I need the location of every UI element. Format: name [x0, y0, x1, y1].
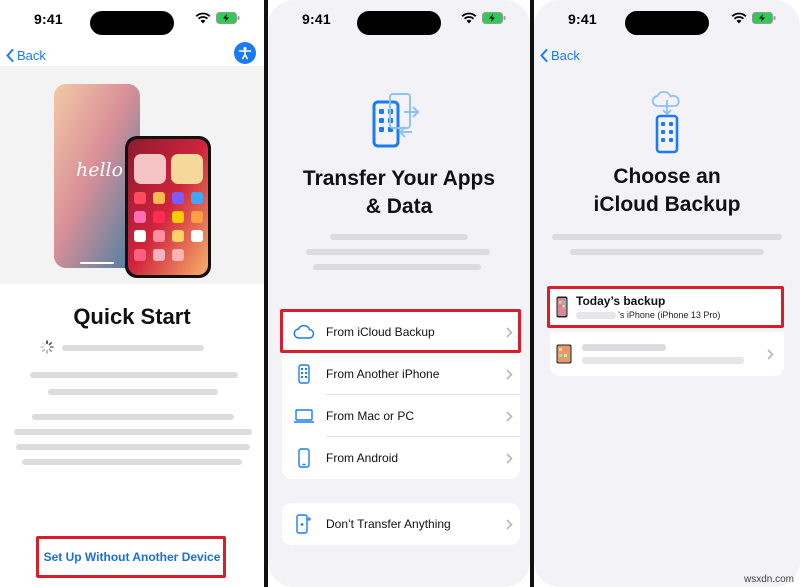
chevron-left-icon [540, 49, 548, 62]
page-title-line2: & Data [365, 195, 433, 218]
page-title-line2: iCloud Backup [593, 193, 741, 216]
placeholder-text-line [306, 249, 490, 255]
laptop-icon [294, 409, 314, 423]
placeholder-text-line [16, 444, 250, 450]
placeholder-text-line [330, 234, 468, 240]
battery-charging-icon [752, 12, 776, 24]
wifi-icon [195, 12, 211, 24]
placeholder-text-line [14, 429, 252, 435]
page-title: Quick Start [73, 304, 191, 329]
option-label: From Mac or PC [326, 409, 415, 423]
option-label: Don’t Transfer Anything [326, 517, 451, 531]
option-from-android[interactable]: From Android [282, 437, 520, 479]
status-bar: 9:41 [534, 8, 800, 35]
chevron-left-icon [6, 49, 14, 62]
placeholder-text-line [62, 345, 204, 351]
placeholder-text-line [30, 372, 238, 378]
wifi-icon [731, 12, 747, 24]
option-from-mac-or-pc[interactable]: From Mac or PC [282, 395, 520, 437]
phone-screen-transfer: 9:41 Transfer Your Apps & Data From iClo… [268, 0, 530, 587]
back-button[interactable]: Back [540, 48, 580, 63]
placeholder-text-line [582, 344, 666, 351]
chevron-right-icon [505, 452, 513, 464]
page-title: Transfer Your Apps & Data [268, 165, 530, 221]
status-time: 9:41 [568, 11, 597, 27]
placeholder-text-line [48, 389, 218, 395]
placeholder-text-line [32, 414, 234, 420]
ipad-thumbnail-icon [556, 344, 572, 364]
placeholder-text-line [570, 249, 764, 255]
iphone-icon [298, 364, 310, 384]
hero-illustration: hello [0, 66, 264, 284]
dynamic-island [357, 11, 441, 35]
dynamic-island [625, 11, 709, 35]
iphone-illustration: hello [54, 84, 211, 278]
highlight-box [280, 309, 521, 353]
highlight-box [547, 286, 784, 328]
accessibility-icon [238, 47, 252, 60]
dynamic-island [90, 11, 174, 35]
accessibility-button[interactable] [234, 42, 256, 64]
back-label: Back [17, 48, 46, 63]
placeholder-text-line [552, 234, 782, 240]
page-title-line1: Choose an [613, 165, 721, 188]
chevron-right-icon [505, 518, 513, 530]
icloud-download-icon [651, 90, 680, 154]
chevron-right-icon [767, 348, 774, 360]
option-dont-transfer-anything[interactable]: Don’t Transfer Anything [282, 503, 520, 545]
phone-screen-quick-start: 9:41 Back hello Quick Start Set Up Witho… [0, 0, 264, 587]
option-label: From Another iPhone [326, 367, 440, 381]
watermark: wsxdn.com [743, 574, 794, 585]
page-title-line1: Transfer Your Apps [302, 167, 496, 190]
phone-sparkle-icon [296, 514, 311, 534]
android-phone-icon [298, 448, 310, 468]
battery-charging-icon [216, 12, 240, 24]
backup-item-other[interactable] [550, 332, 784, 376]
placeholder-text-line [313, 264, 481, 270]
status-time: 9:41 [302, 11, 331, 27]
option-from-another-iphone[interactable]: From Another iPhone [282, 353, 520, 395]
chevron-right-icon [505, 368, 513, 380]
dont-transfer-list: Don’t Transfer Anything [282, 503, 520, 545]
battery-charging-icon [482, 12, 506, 24]
status-bar: 9:41 [0, 8, 264, 35]
placeholder-text-line [582, 357, 744, 364]
chevron-right-icon [505, 410, 513, 422]
option-label: From Android [326, 451, 399, 465]
status-bar: 9:41 [268, 8, 530, 35]
wifi-icon [461, 12, 477, 24]
back-button[interactable]: Back [6, 48, 46, 63]
hello-text: hello [76, 159, 123, 181]
page-title: Choose an iCloud Backup [534, 163, 800, 219]
transfer-phones-icon [372, 93, 420, 148]
loading-spinner-icon [40, 340, 54, 354]
status-time: 9:41 [34, 11, 63, 27]
placeholder-text-line [22, 459, 242, 465]
setup-without-another-device-button[interactable]: Set Up Without Another Device [38, 538, 226, 576]
back-label: Back [551, 48, 580, 63]
